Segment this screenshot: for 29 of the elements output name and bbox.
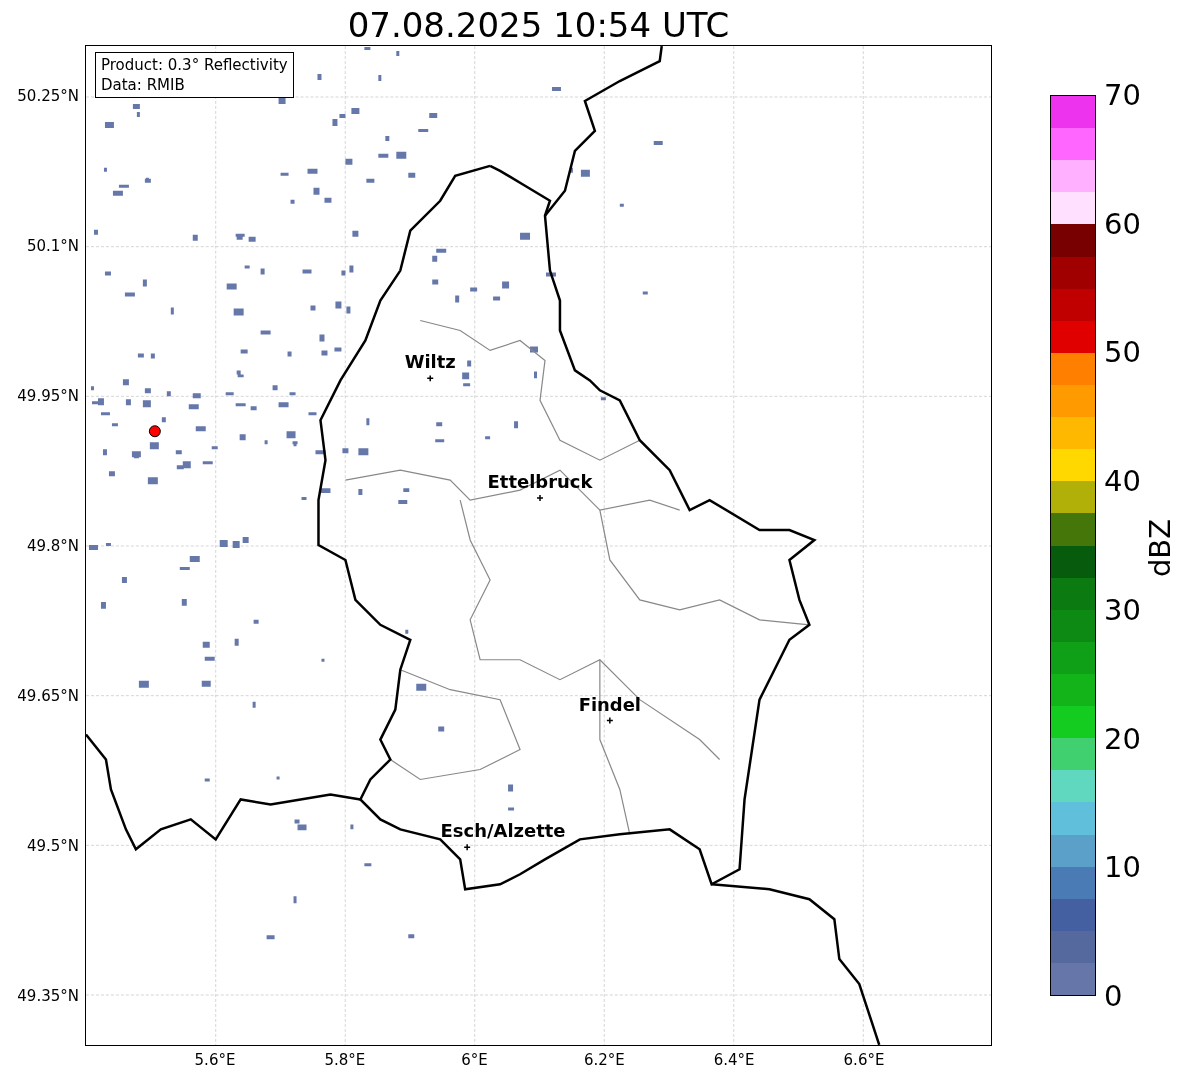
city-label: Wiltz: [404, 351, 456, 373]
colorbar-tick-label: 60: [1104, 206, 1141, 241]
latitude-tick-label: 49.8°N: [26, 537, 79, 555]
latitude-tick-label: 50.1°N: [26, 237, 79, 255]
city-label: Ettelbruck: [487, 471, 593, 493]
colorbar-tick-label: 30: [1104, 592, 1141, 627]
colorbar-tick-label: 20: [1104, 721, 1141, 756]
chart-title: 07.08.2025 10:54 UTC: [346, 4, 731, 46]
colorbar-label: dBZ: [1143, 518, 1177, 578]
latitude-tick-label: 49.35°N: [17, 987, 79, 1005]
longitude-tick-label: 6.4°E: [713, 1051, 755, 1069]
info-text: Product: 0.3° Reflectivity: [101, 55, 288, 75]
longitude-tick-label: 6.6°E: [843, 1051, 885, 1069]
longitude-tick-label: 6.2°E: [583, 1051, 625, 1069]
city-label: Esch/Alzette: [440, 820, 566, 842]
longitude-tick-label: 5.8°E: [324, 1051, 366, 1069]
latitude-tick-label: 49.5°N: [26, 837, 79, 855]
city-label: Findel: [578, 693, 642, 715]
latitude-tick-label: 49.65°N: [17, 687, 79, 705]
longitude-tick-label: 6°E: [461, 1051, 488, 1069]
colorbar-tick-label: 40: [1104, 464, 1141, 499]
colorbar-tick-label: 0: [1104, 979, 1123, 1013]
latitude-tick-label: 50.25°N: [17, 87, 79, 105]
info-text: Data: RMIB: [101, 75, 186, 95]
colorbar-tick-label: 10: [1104, 850, 1141, 885]
colorbar-tick-label: 50: [1104, 335, 1141, 370]
colorbar-tick-label: 70: [1104, 78, 1141, 112]
longitude-tick-label: 5.6°E: [194, 1051, 236, 1069]
latitude-tick-label: 49.95°N: [17, 387, 79, 405]
